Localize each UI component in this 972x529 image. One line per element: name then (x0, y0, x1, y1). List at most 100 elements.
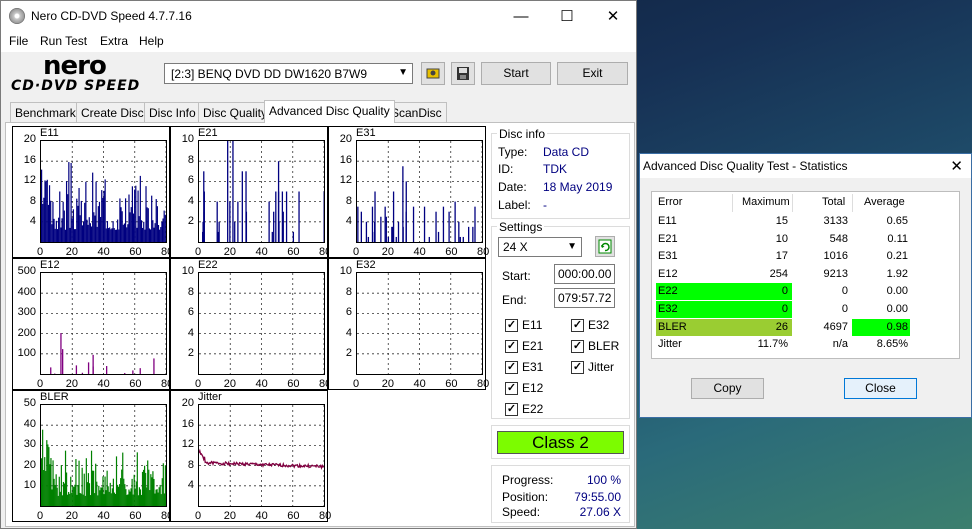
bar (140, 220, 143, 242)
x-tick-label: 40 (413, 378, 426, 390)
x-tick-label: 20 (223, 378, 236, 390)
bar (391, 226, 393, 242)
bar (229, 201, 231, 242)
plot-area (198, 404, 325, 507)
y-tick-label: 300 (17, 306, 36, 319)
bar (153, 358, 155, 374)
bar (107, 228, 110, 242)
bar (159, 229, 161, 242)
drive-select[interactable]: [2:3] BENQ DVD DD DW1620 B7W9 ▼ (164, 63, 413, 84)
drive-info-icon (426, 68, 440, 79)
bar (134, 488, 136, 506)
tab-advanced-disc-quality[interactable]: Advanced Disc Quality (264, 100, 395, 123)
bar (138, 216, 140, 242)
bar (87, 473, 90, 506)
bar (468, 226, 470, 242)
bar (139, 368, 141, 374)
table-cell: 0.65 (886, 215, 908, 227)
bar (69, 227, 71, 242)
tab-create-disc[interactable]: Create Disc (76, 102, 149, 122)
bar (89, 495, 92, 506)
bar (124, 198, 127, 242)
nero-logo: nero (43, 51, 107, 81)
bar (43, 470, 45, 506)
bar (41, 458, 43, 506)
class-group: Class 2 (491, 425, 630, 459)
bar (115, 456, 118, 506)
y-tick-label: 400 (17, 285, 36, 298)
graph-e32: E32 2 4 6 8 10 0 20 40 60 80 (328, 258, 489, 390)
bar (127, 494, 129, 506)
bar (367, 236, 370, 242)
bar (73, 487, 75, 506)
table-row: E31 17 1016 0.21 (652, 248, 959, 265)
bar (69, 493, 71, 506)
bar (81, 372, 84, 374)
bar (105, 366, 108, 374)
graph-e11: E11 4 8 12 16 20 0 20 40 60 80 (12, 126, 173, 258)
menu-run-test[interactable]: Run Test (40, 34, 87, 48)
bar (462, 236, 464, 242)
bar (158, 487, 160, 506)
bar (112, 478, 114, 506)
bar (86, 482, 88, 506)
bar (63, 483, 66, 506)
bar (92, 172, 94, 242)
bar (241, 171, 243, 242)
exit-button[interactable]: Exit (557, 62, 628, 85)
bar (227, 141, 229, 242)
tab-disc-quality[interactable]: Disc Quality (198, 102, 273, 122)
start-input[interactable]: 000:00.00 (554, 264, 615, 284)
graph-e22: E22 2 4 6 8 10 0 20 40 60 80 (170, 258, 331, 390)
bar (160, 227, 162, 242)
copy-button[interactable]: Copy (691, 378, 764, 399)
bar (85, 458, 87, 506)
close-button[interactable]: Close (844, 378, 917, 399)
bar (53, 478, 55, 506)
refresh-button[interactable] (595, 236, 615, 257)
progress-group: Progress: 100 % Position: 79:55.00 Speed… (491, 465, 630, 523)
type-value: Data CD (543, 145, 590, 159)
bar (151, 477, 153, 506)
tab-scandisc[interactable]: ScanDisc (386, 102, 447, 122)
tab-disc-info[interactable]: Disc Info (144, 102, 201, 122)
speed-select[interactable]: 24 X ▼ (498, 237, 582, 257)
table-cell: 26 (775, 320, 788, 333)
x-tick-label: 60 (445, 378, 458, 390)
minimize-icon[interactable]: — (498, 1, 544, 32)
bar (161, 478, 163, 506)
bar (92, 366, 94, 374)
menu-help[interactable]: Help (139, 34, 164, 48)
table-cell: E31 (658, 250, 678, 263)
y-tick-label: 12 (23, 174, 36, 187)
bar (385, 216, 387, 242)
bar (292, 231, 295, 242)
close-icon[interactable]: ✕ (950, 157, 963, 175)
statistics-title-bar[interactable]: Advanced Disc Quality Test - Statistics … (640, 154, 971, 178)
x-tick-label: 40 (255, 378, 268, 390)
y-tick-label: 8 (345, 285, 352, 298)
save-button[interactable] (451, 62, 475, 85)
bar (76, 198, 78, 242)
plot-area (40, 140, 167, 243)
menu-extra[interactable]: Extra (100, 34, 128, 48)
bar (216, 201, 218, 242)
bar (131, 478, 133, 506)
close-icon[interactable]: ✕ (590, 1, 636, 32)
title-bar[interactable]: Nero CD-DVD Speed 4.7.7.16 — ☐ ✕ (1, 1, 636, 32)
bar (105, 228, 107, 242)
menu-file[interactable]: File (9, 34, 28, 48)
start-button[interactable]: Start (481, 62, 551, 85)
bar (371, 206, 374, 242)
bar (67, 494, 69, 506)
tab-benchmark[interactable]: Benchmark (10, 102, 81, 122)
bar (121, 469, 123, 506)
end-input[interactable]: 079:57.72 (554, 288, 615, 308)
bar (448, 211, 450, 242)
maximize-icon[interactable]: ☐ (544, 1, 590, 32)
drive-info-button[interactable] (421, 62, 445, 85)
bar (84, 202, 86, 242)
bar (149, 229, 152, 242)
y-tick-label: 20 (23, 133, 36, 145)
bar (62, 201, 64, 242)
